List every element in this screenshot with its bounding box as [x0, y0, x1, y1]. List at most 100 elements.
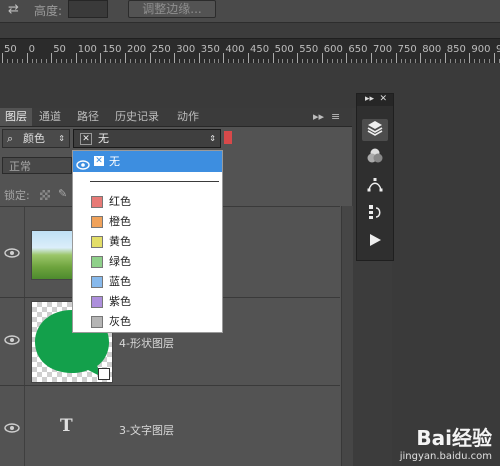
- height-label: 高度:: [34, 4, 63, 18]
- ruler-tick-label: 750: [397, 44, 417, 55]
- ruler-major-tick: [26, 53, 28, 63]
- vector-mask-icon: [98, 368, 110, 380]
- dropdown-item-none[interactable]: ✕ 无: [73, 151, 222, 172]
- filter-type-select[interactable]: ⌕ 颜色 ⇕: [2, 129, 70, 148]
- paths-icon[interactable]: [362, 175, 388, 197]
- ruler-tick-label: 900: [471, 44, 491, 55]
- tab-layers[interactable]: 图层: [0, 108, 32, 126]
- ruler-tick-label: 800: [422, 44, 442, 55]
- filter-row: ⌕ 颜色 ⇕ ✕ 无 ⇕: [0, 127, 352, 149]
- ruler-tick-label: 950: [496, 44, 500, 55]
- color-dropdown-menu: ✕ 无 红色橙色黄色绿色蓝色紫色灰色: [72, 150, 223, 333]
- brush-lock-icon[interactable]: ✎: [58, 187, 67, 200]
- dropdown-item-label: 橙色: [109, 215, 131, 228]
- ruler-major-tick: [198, 53, 200, 63]
- ruler-tick-label: 50: [53, 44, 66, 55]
- adjust-edge-button[interactable]: 调整边缘...: [128, 0, 216, 18]
- swap-icon[interactable]: ⇄: [8, 2, 24, 18]
- panel-menu-icon[interactable]: ≡: [328, 108, 343, 126]
- dropdown-item-color[interactable]: 黄色: [73, 233, 222, 251]
- ruler-tick-label: 50: [4, 44, 17, 55]
- history-icon[interactable]: [362, 203, 388, 225]
- dropdown-item-color[interactable]: 橙色: [73, 213, 222, 231]
- ruler-major-tick: [2, 53, 3, 63]
- separator: [90, 181, 219, 182]
- close-icon[interactable]: ✕: [379, 94, 387, 104]
- panel-collapse-icon[interactable]: ▸▸: [308, 108, 329, 126]
- layer-row[interactable]: T 3-文字图层: [0, 386, 340, 466]
- layer-name[interactable]: 4-形状图层: [119, 335, 174, 351]
- dropdown-item-color[interactable]: 红色: [73, 193, 222, 211]
- tab-history[interactable]: 历史记录: [110, 108, 164, 126]
- text-layer-icon: T: [60, 416, 73, 436]
- eye-icon: [76, 156, 90, 170]
- ruler-tick-label: 500: [274, 44, 294, 55]
- color-swatch-icon: [91, 236, 103, 248]
- dropdown-item-label: 黄色: [109, 235, 131, 248]
- filter-toggle-switch[interactable]: [224, 131, 232, 144]
- ruler-major-tick: [174, 53, 176, 63]
- ruler-major-tick: [444, 53, 446, 63]
- color-filter-combo[interactable]: ✕ 无 ⇕: [73, 129, 221, 148]
- search-icon: ⌕: [7, 132, 14, 145]
- lock-transparent-icon[interactable]: [40, 190, 50, 200]
- ruler-tick-label: 700: [373, 44, 393, 55]
- height-field[interactable]: [68, 0, 108, 18]
- color-swatch-icon: [91, 256, 103, 268]
- dropdown-item-color[interactable]: 灰色: [73, 313, 222, 331]
- tools-header: ▸▸ ✕: [357, 94, 393, 106]
- divider: [24, 386, 25, 466]
- ruler-tick-label: 100: [77, 44, 97, 55]
- ruler-tick-label: 850: [446, 44, 466, 55]
- color-combo-value: 无: [98, 132, 109, 145]
- channels-icon[interactable]: [362, 147, 388, 169]
- lock-label: 锁定:: [4, 189, 30, 202]
- ruler-major-tick: [469, 53, 471, 63]
- blend-mode-select[interactable]: 正常: [2, 157, 72, 174]
- dropdown-item-color[interactable]: 蓝色: [73, 273, 222, 291]
- updown-arrow-icon: ⇕: [209, 134, 216, 143]
- layer-name[interactable]: 3-文字图层: [119, 422, 174, 438]
- color-swatch-icon: [91, 276, 103, 288]
- dropdown-item-color[interactable]: 绿色: [73, 253, 222, 271]
- eye-icon[interactable]: [4, 335, 20, 345]
- tab-channels[interactable]: 通道: [34, 108, 66, 126]
- ruler-major-tick: [494, 53, 495, 63]
- tab-paths[interactable]: 路径: [72, 108, 104, 126]
- ruler-major-tick: [272, 53, 274, 63]
- side-tools-panel: ▸▸ ✕: [356, 93, 394, 261]
- scrollbar[interactable]: [341, 206, 353, 466]
- horizontal-ruler: 50 0 50 100 150 200 250 300 350 400 450 500 550 600 65…: [0, 38, 500, 64]
- dropdown-item-label: 无: [109, 155, 120, 168]
- ruler-major-tick: [51, 53, 53, 63]
- ruler-tick-label: 350: [200, 44, 220, 55]
- eye-icon[interactable]: [4, 248, 20, 258]
- canvas-area-right: [392, 63, 500, 466]
- actions-play-icon[interactable]: [362, 231, 388, 253]
- dropdown-item-label: 灰色: [109, 315, 131, 328]
- collapse-icon[interactable]: ▸▸: [365, 94, 374, 104]
- watermark: Bai经验 jingyan.baidu.com: [400, 422, 492, 462]
- color-swatch-icon: [91, 296, 103, 308]
- dropdown-item-color[interactable]: 紫色: [73, 293, 222, 311]
- options-bar: ⇄ 高度: 调整边缘...: [0, 0, 500, 23]
- ruler-tick-label: 550: [299, 44, 319, 55]
- ruler-major-tick: [75, 53, 77, 63]
- layers-icon[interactable]: [362, 119, 388, 141]
- ruler-major-tick: [248, 53, 249, 63]
- ruler-major-tick: [371, 53, 372, 63]
- eye-icon[interactable]: [4, 423, 20, 433]
- ruler-tick-label: 300: [176, 44, 196, 55]
- ruler-tick-label: 450: [250, 44, 270, 55]
- ruler-major-tick: [321, 53, 323, 63]
- ruler-major-tick: [125, 53, 126, 63]
- watermark-url: jingyan.baidu.com: [399, 451, 492, 462]
- updown-arrow-icon: ⇕: [58, 134, 65, 143]
- ruler-tick-label: 600: [323, 44, 343, 55]
- dropdown-item-label: 紫色: [109, 295, 131, 308]
- watermark-logo: Bai经验: [416, 426, 492, 450]
- ruler-major-tick: [346, 53, 348, 63]
- tab-actions[interactable]: 动作: [172, 108, 204, 126]
- divider: [24, 207, 25, 297]
- ruler-major-tick: [420, 53, 422, 63]
